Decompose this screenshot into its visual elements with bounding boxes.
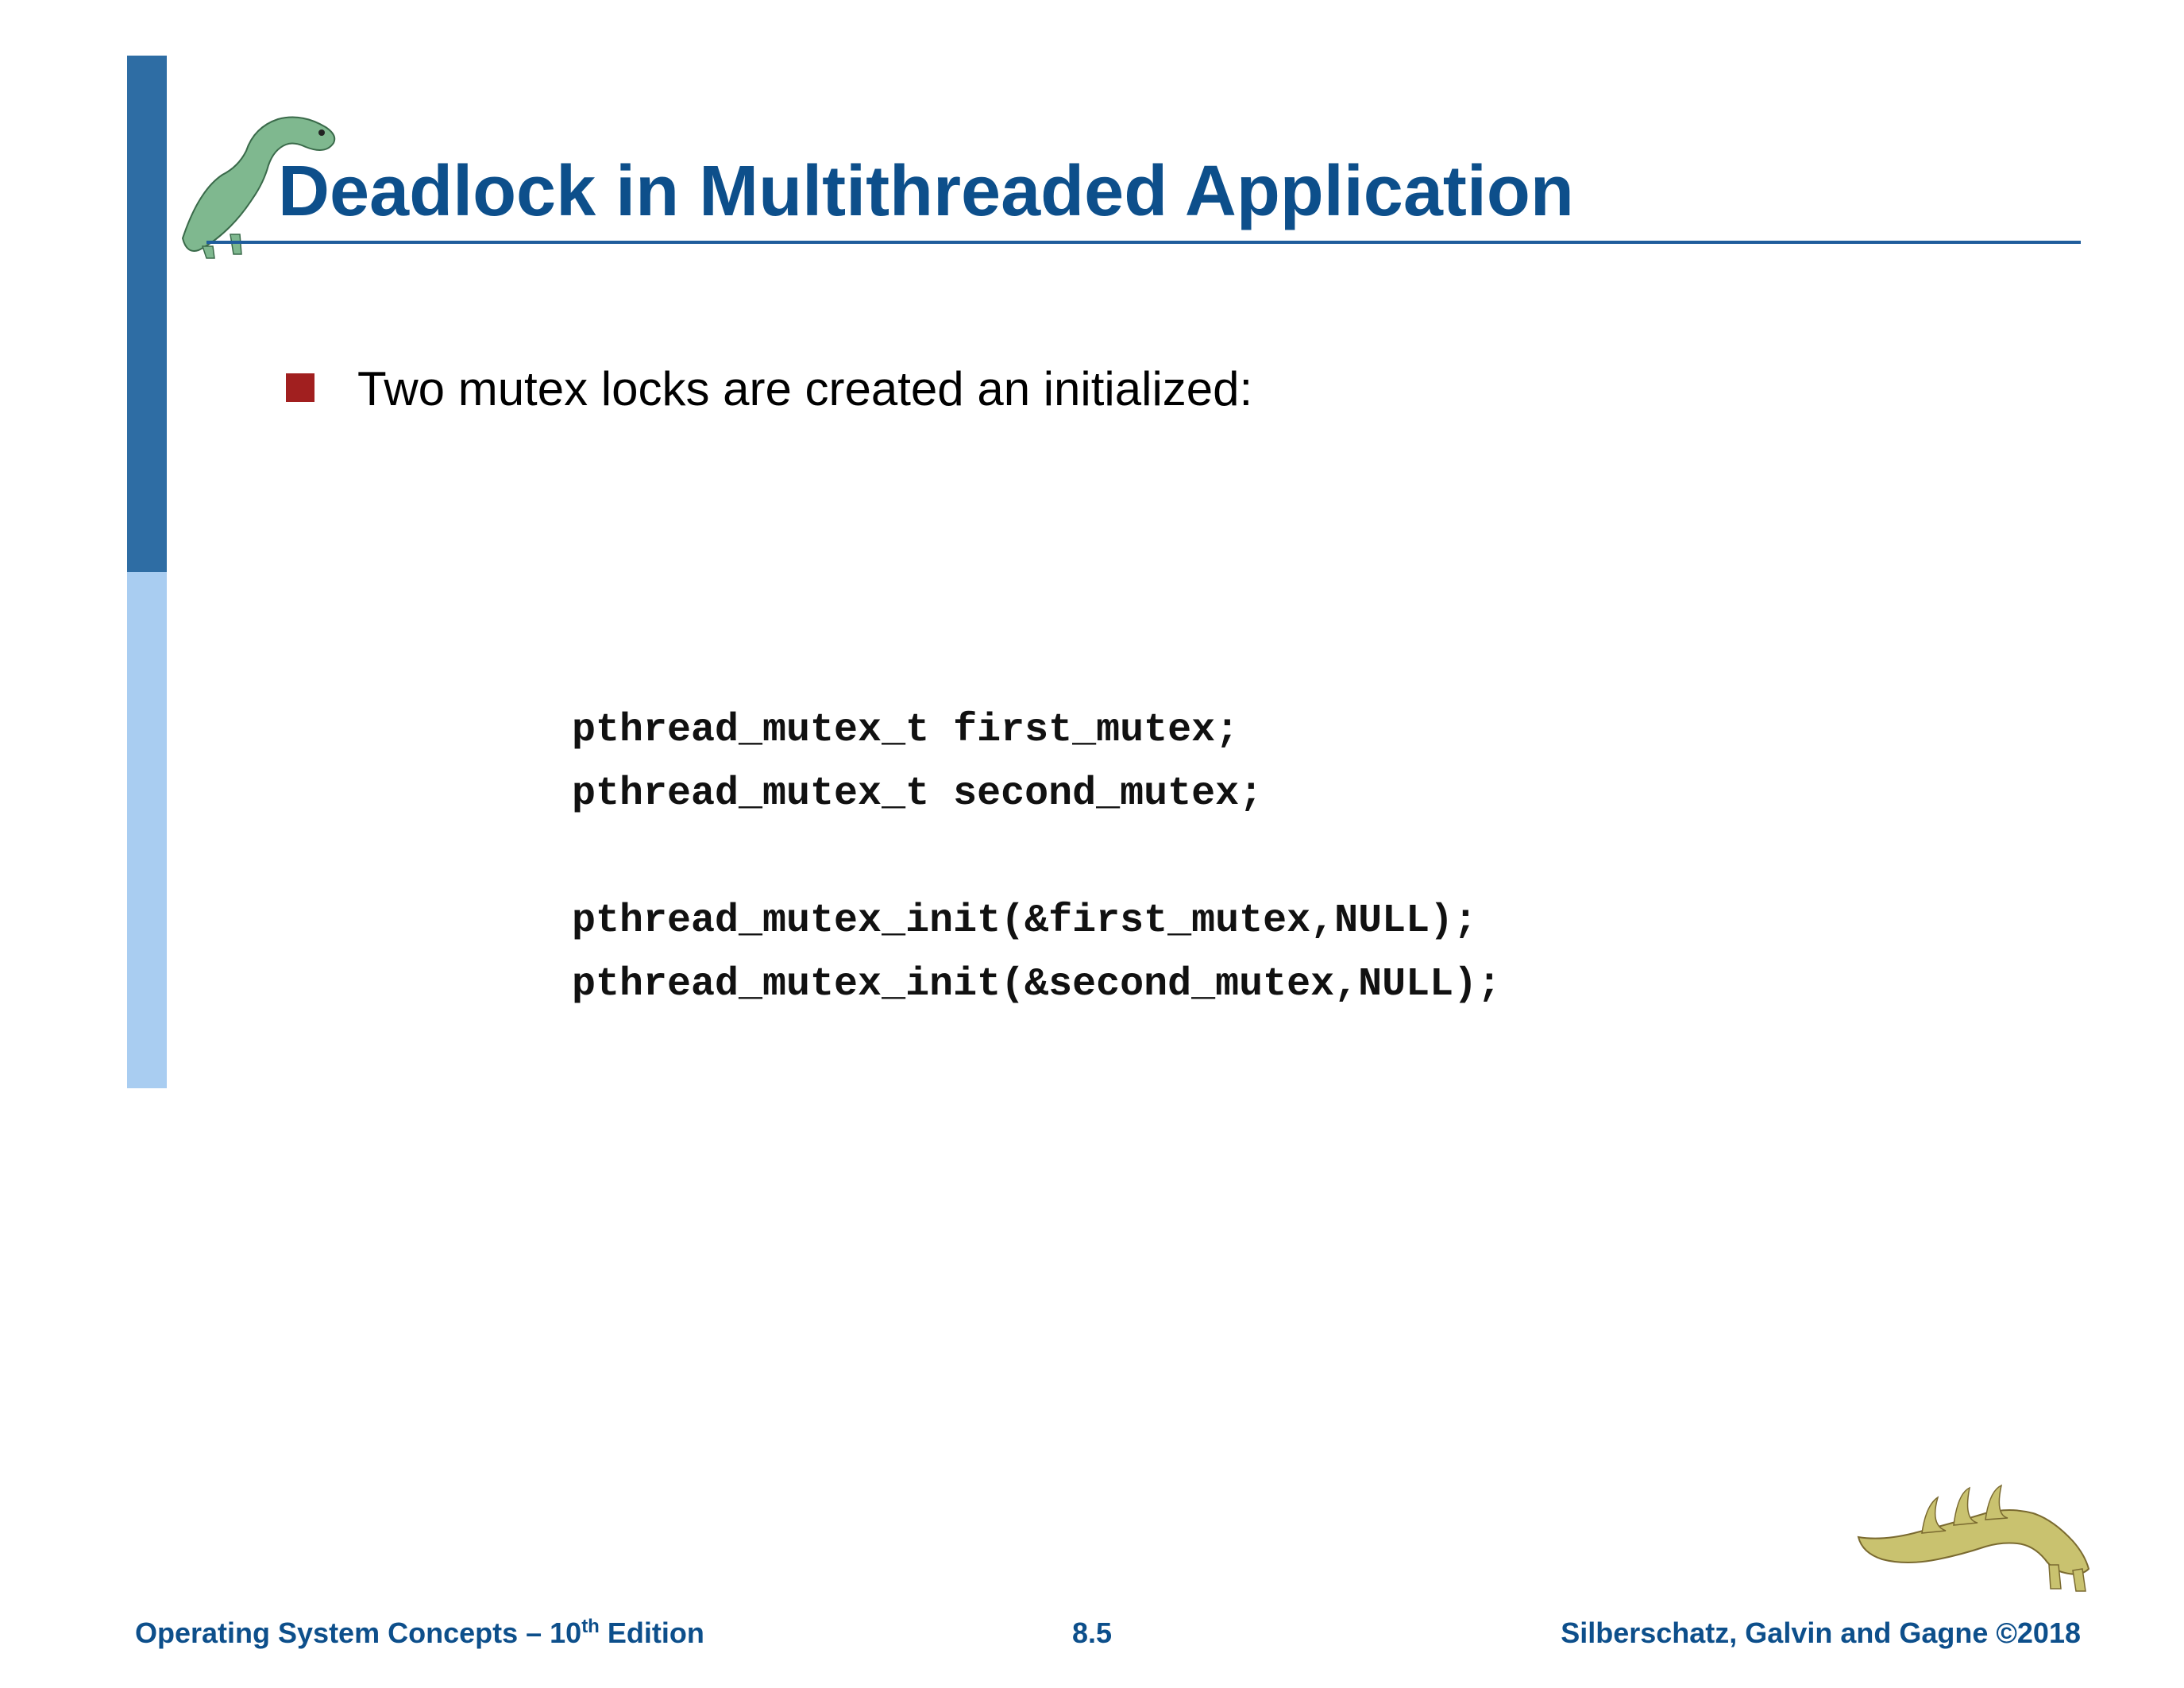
code-block: pthread_mutex_t first_mutex; pthread_mut…: [572, 699, 1501, 1017]
slide-title: Deadlock in Multithreaded Application: [206, 151, 2081, 233]
sidebar-accent-light: [127, 572, 167, 1088]
slide-title-container: Deadlock in Multithreaded Application: [206, 151, 2081, 244]
bullet-text-1: Two mutex locks are created an initializ…: [357, 361, 1252, 416]
slide: Deadlock in Multithreaded Application Tw…: [0, 0, 2184, 1688]
footer-left: Operating System Concepts – 10th Edition: [135, 1616, 704, 1650]
footer-left-prefix: Operating System Concepts – 10: [135, 1617, 581, 1649]
footer-left-suffix: Edition: [600, 1617, 704, 1649]
sidebar-accent-dark: [127, 56, 167, 572]
bullet-square-icon: [286, 373, 314, 402]
footer-right: Silberschatz, Galvin and Gagne ©2018: [1561, 1617, 2081, 1650]
footer-left-sup: th: [581, 1616, 600, 1637]
dinosaur-bottom-icon: [1850, 1418, 2113, 1601]
footer-page-number: 8.5: [1072, 1617, 1112, 1650]
